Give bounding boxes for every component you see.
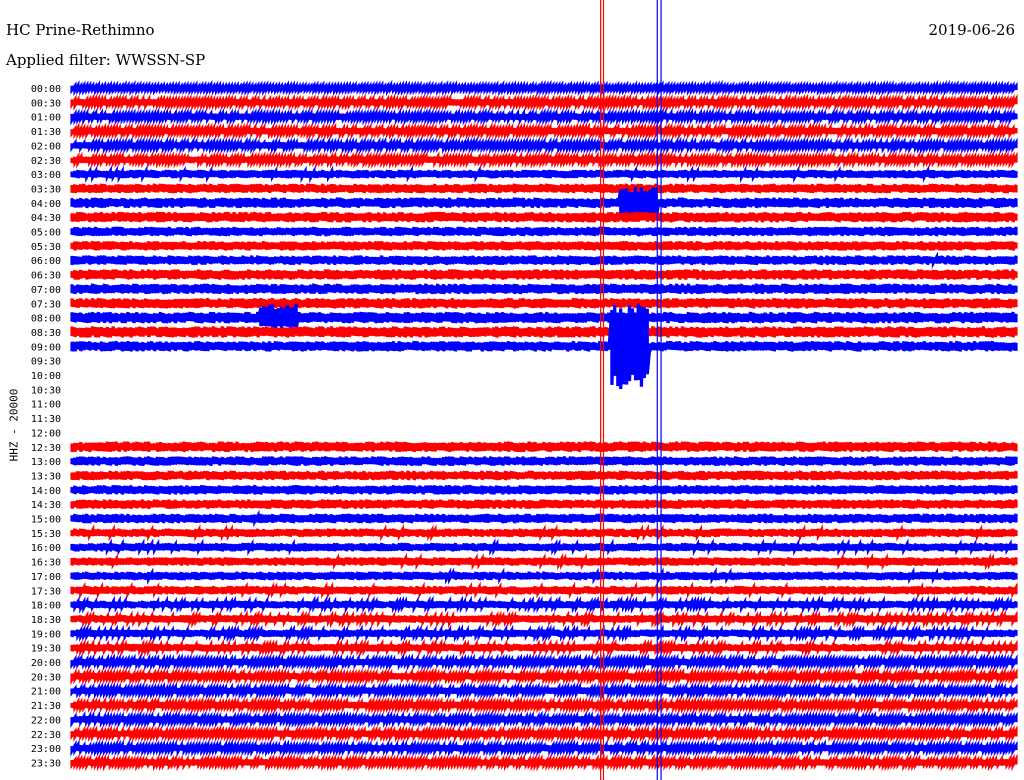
trace-row-1900 (70, 624, 1018, 643)
trace-row-2100 (70, 681, 1018, 700)
trace-row-2000 (70, 652, 1018, 672)
trace-row-2330 (70, 753, 1018, 772)
trace-row-0230 (70, 150, 1018, 169)
row-label-0700: 07:00 (31, 285, 61, 296)
trace-row-2130 (70, 695, 1018, 715)
row-label-2330: 23:30 (31, 758, 61, 769)
trace-row-0300 (70, 165, 1018, 184)
trace-row-1530 (70, 523, 1018, 542)
row-label-2100: 21:00 (31, 687, 61, 698)
trace-row-1700 (70, 566, 1018, 585)
trace-row-0330 (70, 183, 1018, 194)
row-label-1000: 10:00 (31, 371, 61, 382)
trace-row-1630 (70, 552, 1018, 571)
row-label-1230: 12:30 (31, 443, 61, 454)
row-label-1100: 11:00 (31, 400, 61, 411)
trace-row-0730 (70, 297, 1018, 309)
row-label-1730: 17:30 (31, 586, 61, 597)
row-label-1400: 14:00 (31, 486, 61, 497)
trace-row-0700 (70, 283, 1018, 295)
trace-row-1430 (70, 499, 1018, 510)
trace-row-1300 (70, 455, 1018, 467)
row-label-1030: 10:30 (31, 385, 61, 396)
row-label-0500: 05:00 (31, 228, 61, 239)
trace-row-0600 (70, 251, 1018, 270)
row-label-2230: 22:30 (31, 730, 61, 741)
row-label-1900: 19:00 (31, 629, 61, 640)
row-label-1500: 15:00 (31, 515, 61, 526)
row-label-1800: 18:00 (31, 601, 61, 612)
helicorder-plot: 00:00 00:30 01:00 01:30 02:00 02:30 03:00 03:30… (31, 0, 1018, 780)
row-label-0230: 02:30 (31, 156, 61, 167)
row-label-1130: 11:30 (31, 414, 61, 425)
row-label-2000: 20:00 (31, 658, 61, 669)
trace-row-2200 (70, 710, 1018, 729)
row-label-1430: 14:30 (31, 500, 61, 511)
trace-row-0630 (70, 269, 1018, 281)
row-labels: 00:00 00:30 01:00 01:30 02:00 02:30 03:00 03:30… (31, 84, 61, 769)
row-label-0100: 01:00 (31, 113, 61, 124)
trace-row-0430 (70, 211, 1018, 223)
row-label-0630: 06:30 (31, 271, 61, 282)
trace-row-0830 (70, 325, 1018, 338)
trace-row-1330 (70, 470, 1018, 481)
trace-row-0030 (70, 93, 1018, 112)
trace-row-1600 (70, 538, 1018, 557)
row-label-1930: 19:30 (31, 644, 61, 655)
row-label-1300: 13:00 (31, 457, 61, 468)
trace-row-1730 (70, 581, 1018, 600)
trace-row-2300 (70, 738, 1018, 758)
row-label-0400: 04:00 (31, 199, 61, 210)
row-label-1830: 18:30 (31, 615, 61, 626)
row-label-1700: 17:00 (31, 572, 61, 583)
trace-row-1500 (70, 509, 1018, 528)
row-label-0900: 09:00 (31, 342, 61, 353)
row-label-0330: 03:30 (31, 184, 61, 195)
row-label-0030: 00:30 (31, 98, 61, 109)
row-label-2200: 22:00 (31, 715, 61, 726)
row-label-2300: 23:00 (31, 744, 61, 755)
trace-row-0000 (70, 79, 1018, 97)
trace-row-0200 (70, 136, 1018, 155)
trace-row-2030 (70, 667, 1018, 686)
row-label-1600: 16:00 (31, 543, 61, 554)
row-label-0530: 05:30 (31, 242, 61, 253)
row-label-1330: 13:30 (31, 471, 61, 482)
row-label-0800: 08:00 (31, 314, 61, 325)
trace-row-1400 (70, 484, 1018, 495)
trace-row-0100 (70, 107, 1018, 126)
row-label-1530: 15:30 (31, 529, 61, 540)
row-label-2130: 21:30 (31, 701, 61, 712)
trace-row-1830 (70, 609, 1018, 629)
row-label-0600: 06:00 (31, 256, 61, 267)
seismic-traces (70, 0, 1018, 780)
trace-row-0500 (70, 226, 1018, 237)
trace-row-0530 (70, 240, 1018, 251)
trace-row-1800 (70, 595, 1018, 614)
trace-row-0130 (70, 122, 1018, 141)
row-label-0730: 07:30 (31, 299, 61, 310)
row-label-0130: 01:30 (31, 127, 61, 138)
row-label-0000: 00:00 (31, 84, 61, 95)
row-label-0200: 02:00 (31, 141, 61, 152)
trace-row-2230 (70, 724, 1018, 743)
row-label-0300: 03:00 (31, 170, 61, 181)
row-label-1200: 12:00 (31, 428, 61, 439)
row-label-1630: 16:30 (31, 558, 61, 569)
row-label-0430: 04:30 (31, 213, 61, 224)
trace-row-1930 (70, 638, 1018, 658)
row-label-0830: 08:30 (31, 328, 61, 339)
row-label-2030: 20:30 (31, 672, 61, 683)
row-label-0930: 09:30 (31, 357, 61, 368)
trace-row-1230 (70, 441, 1018, 453)
